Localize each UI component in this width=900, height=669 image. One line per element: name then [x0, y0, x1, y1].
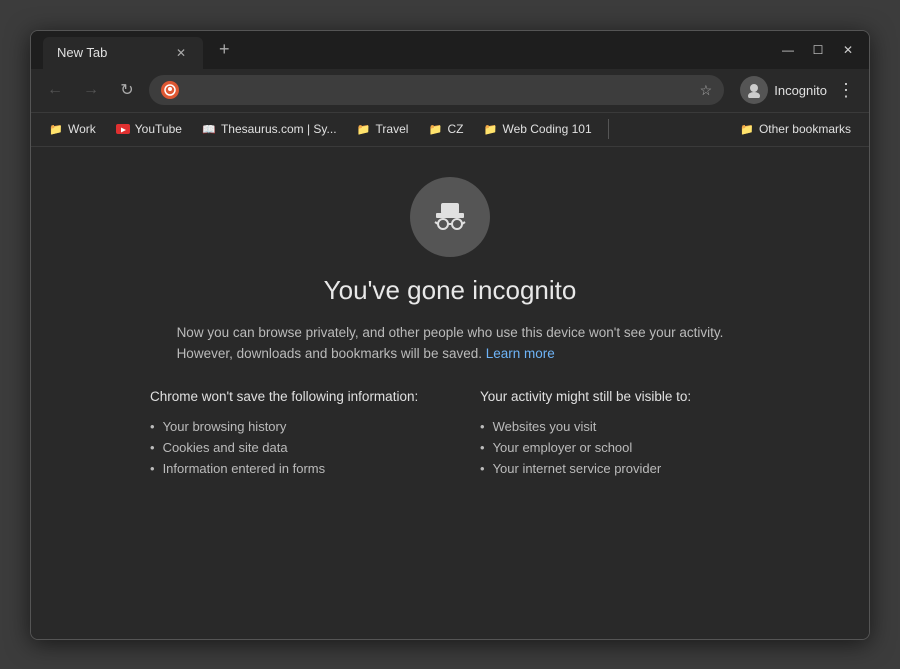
- incognito-mascot: [410, 177, 490, 257]
- bookmark-work-label: Work: [68, 122, 96, 136]
- bookmark-work-icon: 📁: [49, 122, 63, 136]
- minimize-button[interactable]: —: [779, 41, 797, 59]
- list-item-cookies-text: Cookies and site data: [163, 440, 288, 455]
- bookmark-youtube[interactable]: YouTube: [108, 118, 190, 140]
- info-columns: Chrome won't save the following informat…: [150, 389, 750, 479]
- chrome-wont-save-title: Chrome won't save the following informat…: [150, 389, 420, 404]
- browser-menu-button[interactable]: ⋮: [833, 76, 859, 105]
- tab-label: New Tab: [57, 45, 107, 60]
- list-item-cookies: Cookies and site data: [150, 437, 420, 458]
- bookmark-webcode[interactable]: 📁 Web Coding 101: [475, 118, 599, 140]
- bookmark-star-icon[interactable]: ☆: [700, 82, 713, 99]
- forward-button[interactable]: →: [77, 76, 105, 104]
- bookmarks-separator: [608, 119, 609, 139]
- list-item-websites: Websites you visit: [480, 416, 750, 437]
- window-controls: — ☐ ✕: [779, 41, 857, 59]
- close-button[interactable]: ✕: [839, 41, 857, 59]
- maximize-button[interactable]: ☐: [809, 41, 827, 59]
- list-item-isp-text: Your internet service provider: [493, 461, 662, 476]
- incognito-area: Incognito ⋮: [740, 76, 859, 105]
- chrome-wont-save-list: Your browsing history Cookies and site d…: [150, 416, 420, 479]
- list-item-browsing-history: Your browsing history: [150, 416, 420, 437]
- tab-close-button[interactable]: ✕: [173, 45, 189, 61]
- bookmarks-bar: 📁 Work YouTube 📖 Thesaurus.com | Sy... 📁…: [31, 113, 869, 147]
- title-bar: New Tab ✕ + — ☐ ✕: [31, 31, 869, 69]
- nav-bar: ← → ↻ ☆ Incognito ⋮: [31, 69, 869, 113]
- incognito-description: Now you can browse privately, and other …: [177, 322, 724, 365]
- chrome-wont-save-column: Chrome won't save the following informat…: [150, 389, 420, 479]
- bookmark-travel[interactable]: 📁 Travel: [349, 118, 417, 140]
- activity-visible-list: Websites you visit Your employer or scho…: [480, 416, 750, 479]
- list-item-websites-text: Websites you visit: [493, 419, 597, 434]
- active-tab[interactable]: New Tab ✕: [43, 37, 203, 69]
- bookmark-travel-icon: 📁: [357, 122, 371, 136]
- incognito-avatar: [740, 76, 768, 104]
- bookmark-cz-icon: 📁: [428, 122, 442, 136]
- bookmark-thesaurus-icon: 📖: [202, 122, 216, 136]
- list-item-forms-text: Information entered in forms: [163, 461, 326, 476]
- desc-line1: Now you can browse privately, and other …: [177, 325, 724, 340]
- list-item-browsing-history-text: Your browsing history: [163, 419, 287, 434]
- incognito-label: Incognito: [774, 83, 827, 98]
- bookmark-other-label: Other bookmarks: [759, 122, 851, 136]
- bookmark-cz-label: CZ: [447, 122, 463, 136]
- incognito-title: You've gone incognito: [324, 275, 577, 306]
- bookmark-other-icon: 📁: [740, 122, 754, 136]
- duckduckgo-icon: [161, 81, 179, 99]
- bookmark-webcode-label: Web Coding 101: [502, 122, 591, 136]
- bookmark-cz[interactable]: 📁 CZ: [420, 118, 471, 140]
- refresh-button[interactable]: ↻: [113, 76, 141, 104]
- bookmark-work[interactable]: 📁 Work: [41, 118, 104, 140]
- bookmark-youtube-icon: [116, 122, 130, 136]
- back-button[interactable]: ←: [41, 76, 69, 104]
- desc-line2: However, downloads and bookmarks will be…: [177, 346, 482, 361]
- activity-visible-column: Your activity might still be visible to:…: [480, 389, 750, 479]
- list-item-isp: Your internet service provider: [480, 458, 750, 479]
- bookmark-travel-label: Travel: [376, 122, 409, 136]
- bookmark-thesaurus[interactable]: 📖 Thesaurus.com | Sy...: [194, 118, 345, 140]
- list-item-employer-text: Your employer or school: [493, 440, 633, 455]
- new-tab-button[interactable]: +: [211, 37, 238, 62]
- bookmark-thesaurus-label: Thesaurus.com | Sy...: [221, 122, 337, 136]
- learn-more-link[interactable]: Learn more: [486, 346, 555, 361]
- main-content: You've gone incognito Now you can browse…: [31, 147, 869, 639]
- browser-window: New Tab ✕ + — ☐ ✕ ← → ↻ ☆: [30, 30, 870, 640]
- bookmark-other[interactable]: 📁 Other bookmarks: [732, 118, 859, 140]
- bookmark-webcode-icon: 📁: [483, 122, 497, 136]
- url-input[interactable]: [187, 83, 692, 98]
- address-bar[interactable]: ☆: [149, 75, 724, 105]
- list-item-employer: Your employer or school: [480, 437, 750, 458]
- bookmark-youtube-label: YouTube: [135, 122, 182, 136]
- list-item-forms: Information entered in forms: [150, 458, 420, 479]
- activity-visible-title: Your activity might still be visible to:: [480, 389, 750, 404]
